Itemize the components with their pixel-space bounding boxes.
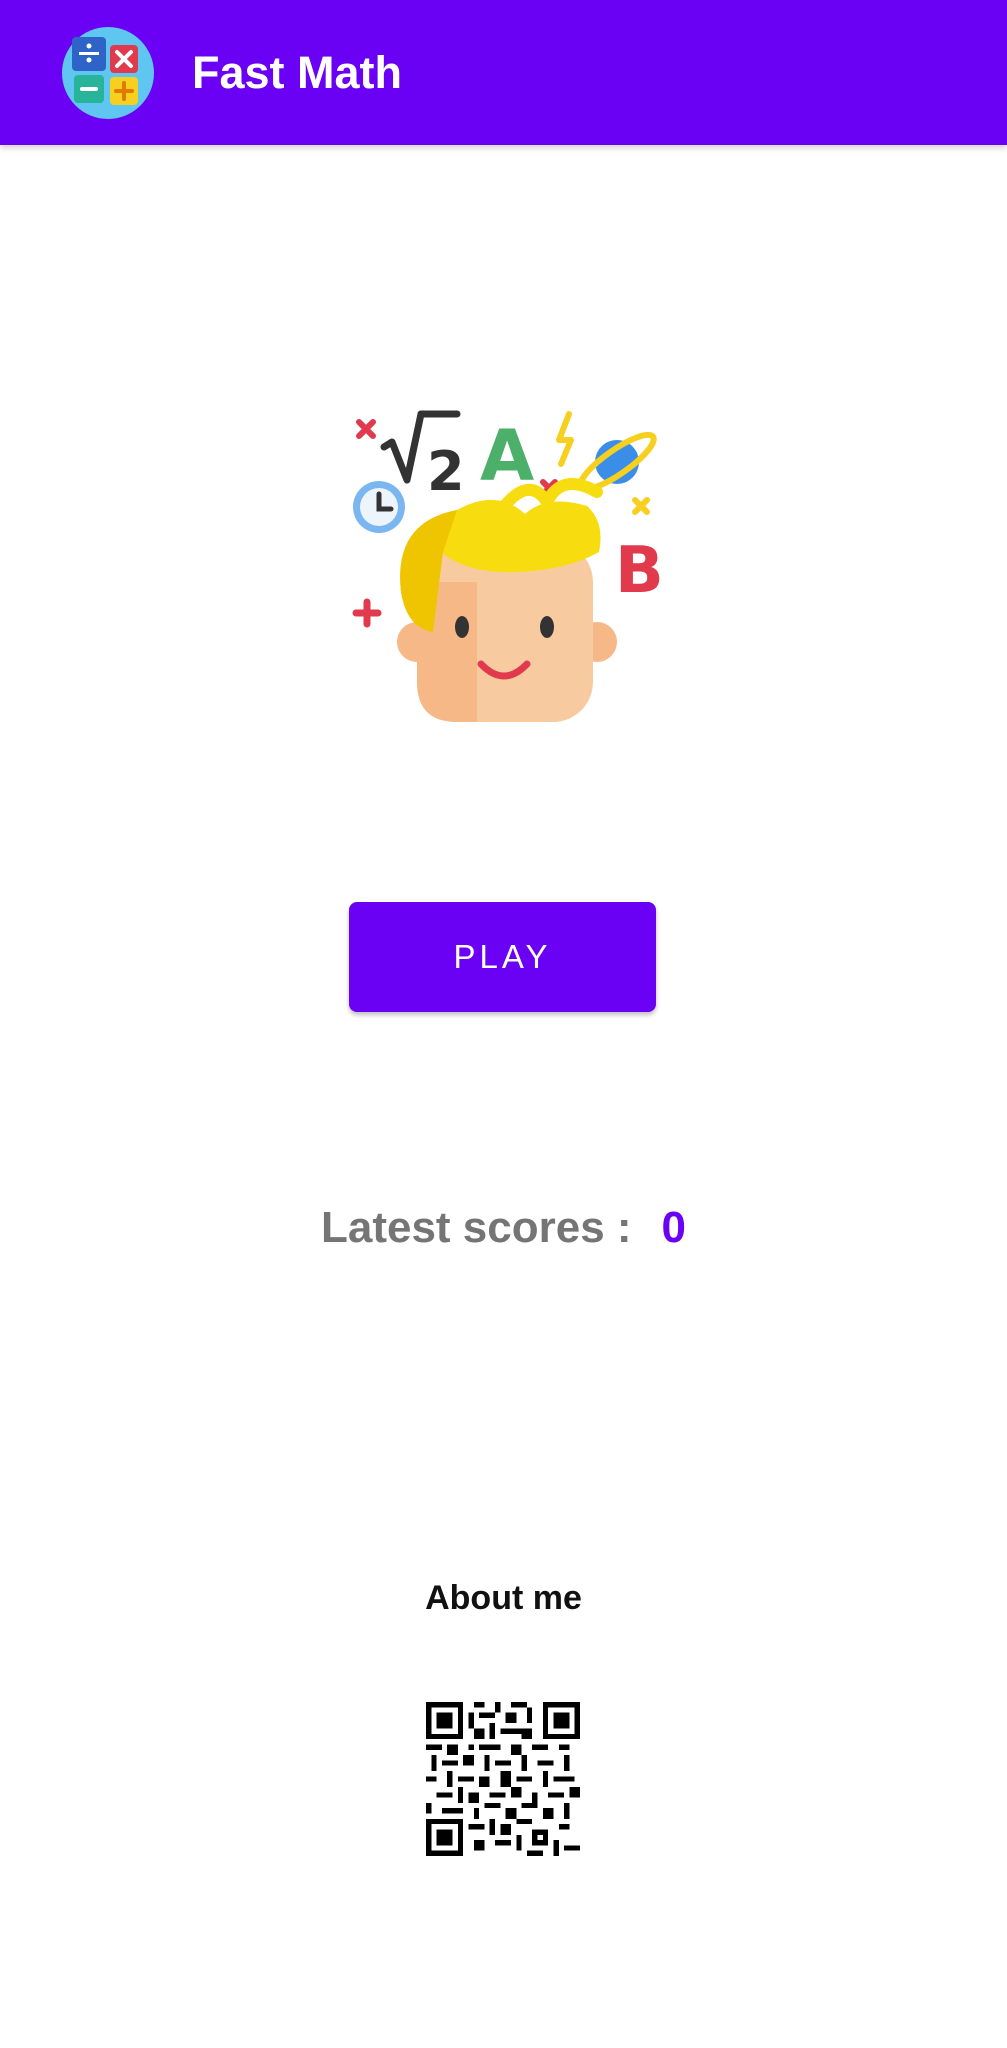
latest-scores-value: 0 — [661, 1203, 687, 1252]
calculator-operators-icon — [62, 27, 154, 119]
app-title: Fast Math — [192, 47, 403, 98]
about-me-title: About me — [425, 1579, 582, 1617]
math-thinking-kid-illustration: 2 A B — [352, 410, 664, 722]
qr-code-icon[interactable] — [426, 1702, 580, 1856]
svg-text:2: 2 — [427, 440, 465, 503]
latest-scores: Latest scores : 0 — [0, 1200, 1007, 1266]
app-bar: Fast Math — [0, 0, 1007, 145]
latest-scores-label: Latest scores : — [320, 1203, 632, 1252]
svg-text:B: B — [615, 534, 664, 608]
play-button[interactable]: PLAY — [349, 902, 656, 1012]
